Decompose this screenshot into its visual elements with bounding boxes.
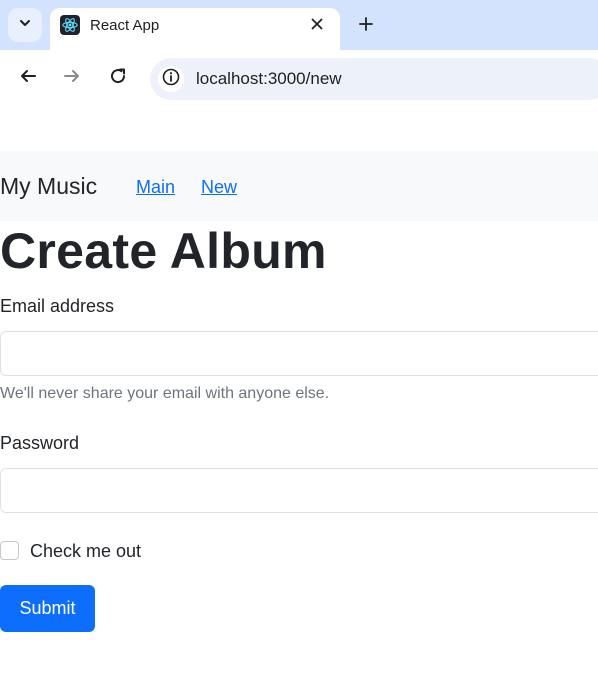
tab-search-button[interactable] (8, 8, 42, 42)
app-navbar: My Music Main New (0, 151, 598, 221)
navbar-brand[interactable]: My Music (0, 173, 97, 200)
site-info-button[interactable] (158, 66, 184, 92)
forward-button[interactable] (60, 66, 84, 90)
browser-toolbar: localhost:3000/new (0, 50, 598, 110)
email-field[interactable] (0, 331, 598, 376)
reload-icon (109, 67, 127, 90)
address-bar[interactable]: localhost:3000/new (150, 58, 598, 100)
forward-arrow-icon (63, 67, 81, 90)
email-help-text: We'll never share your email with anyone… (0, 385, 330, 402)
email-label: Email address (0, 296, 115, 316)
react-favicon-icon (60, 15, 80, 35)
browser-tabstrip: React App (0, 0, 598, 50)
page-title: Create Album (0, 223, 327, 279)
tab-title: React App (90, 17, 160, 34)
site-info-icon (162, 68, 180, 91)
plus-icon (358, 16, 374, 37)
password-field[interactable] (0, 468, 598, 513)
check-me-out-checkbox[interactable] (0, 541, 19, 560)
tab-close-button[interactable] (306, 15, 328, 37)
chevron-down-icon (18, 16, 32, 35)
checkbox-label[interactable]: Check me out (30, 541, 141, 562)
close-icon (311, 17, 323, 35)
reload-button[interactable] (106, 66, 130, 90)
password-label: Password (0, 433, 80, 453)
browser-tab[interactable]: React App (50, 8, 340, 50)
back-arrow-icon (19, 67, 37, 90)
nav-link-new[interactable]: New (201, 177, 237, 198)
nav-link-main[interactable]: Main (136, 177, 175, 198)
submit-button[interactable]: Submit (0, 585, 95, 632)
url-text[interactable]: localhost:3000/new (196, 69, 342, 89)
new-tab-button[interactable] (352, 12, 380, 40)
back-button[interactable] (16, 66, 40, 90)
